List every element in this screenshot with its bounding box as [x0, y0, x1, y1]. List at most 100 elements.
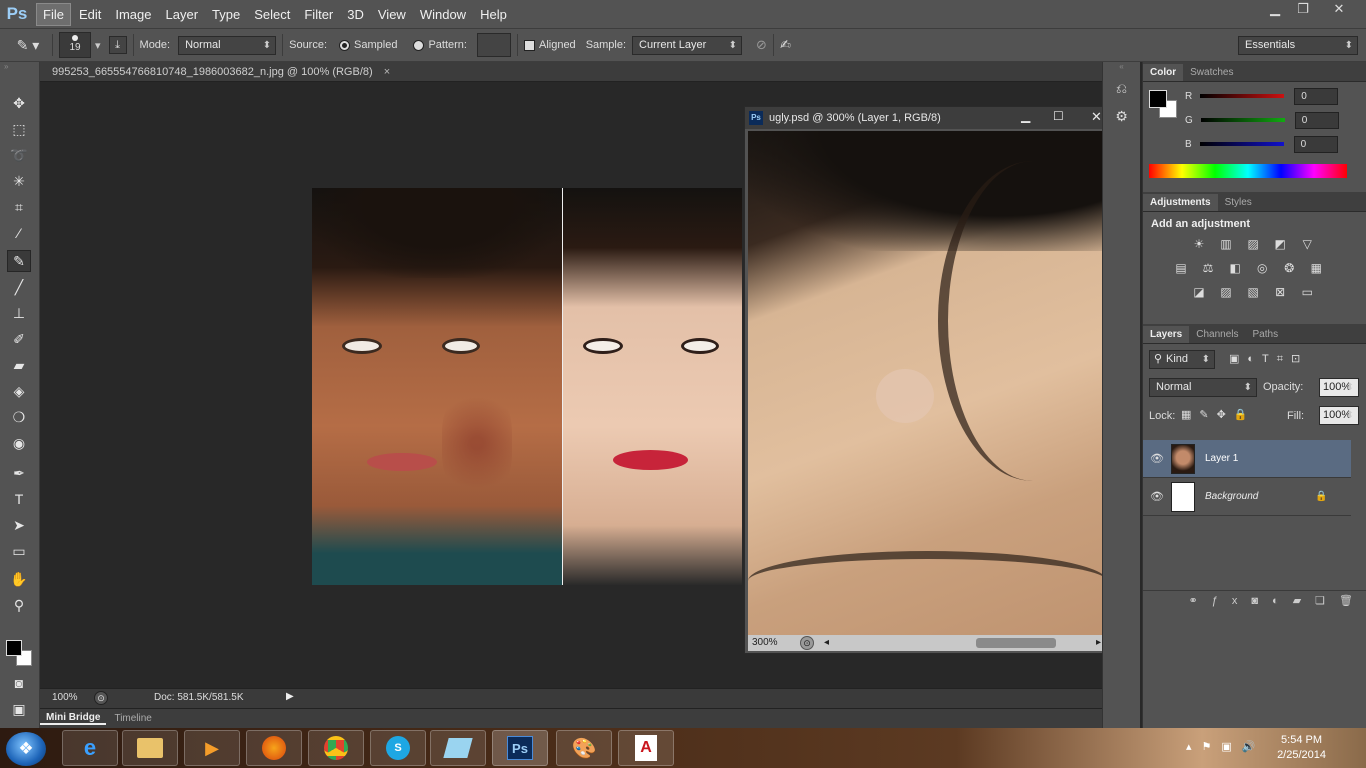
paint-bucket-icon[interactable]: ◈: [7, 380, 31, 402]
visibility-eye-icon[interactable]: 👁: [1143, 452, 1171, 465]
notes-app-icon[interactable]: [430, 730, 486, 766]
tab-mini-bridge[interactable]: Mini Bridge: [40, 712, 107, 725]
fill-input[interactable]: 100%: [1319, 406, 1359, 425]
zoom-tool-icon[interactable]: ⚲: [7, 594, 31, 616]
floating-title-bar[interactable]: Ps ugly.psd @ 300% (Layer 1, RGB/8) ▁ ☐ …: [745, 107, 1125, 129]
paint-app-icon[interactable]: 🎨: [556, 730, 612, 766]
restore-icon[interactable]: ❐: [1286, 0, 1320, 20]
threshold-icon[interactable]: ▧: [1244, 284, 1262, 300]
selective-color-icon[interactable]: ⊠: [1271, 284, 1289, 300]
menu-file[interactable]: File: [36, 2, 71, 26]
floating-maximize-icon[interactable]: ☐: [1053, 109, 1064, 123]
invert-icon[interactable]: ◪: [1190, 284, 1208, 300]
history-panel-icon[interactable]: ⎌: [1110, 80, 1134, 102]
black-white-icon[interactable]: ◧: [1226, 260, 1244, 276]
fx-icon[interactable]: ƒx: [1212, 595, 1252, 607]
pressure-size-icon[interactable]: ✍: [780, 37, 791, 53]
screen-mode-icon[interactable]: ▣: [7, 698, 31, 720]
color-spectrum[interactable]: [1149, 164, 1347, 178]
collapse-arrows-icon[interactable]: »: [0, 62, 39, 72]
pen-tool-icon[interactable]: ✒: [7, 462, 31, 484]
tab-timeline[interactable]: Timeline: [106, 713, 159, 724]
tab-layers[interactable]: Layers: [1143, 326, 1190, 343]
layer-row[interactable]: 👁 Background 🔒: [1143, 478, 1351, 516]
workspace-select[interactable]: Essentials: [1238, 35, 1358, 55]
gradient-map-icon[interactable]: ▭: [1298, 284, 1316, 300]
dodge-tool-icon[interactable]: ◉: [7, 432, 31, 454]
menu-view[interactable]: View: [372, 4, 412, 25]
brush-picker[interactable]: 19: [59, 32, 91, 58]
new-layer-icon[interactable]: ❏: [1315, 594, 1339, 607]
layer-row[interactable]: 👁 Layer 1: [1143, 440, 1351, 478]
close-tab-icon[interactable]: ×: [384, 66, 390, 78]
aligned-checkbox[interactable]: [523, 39, 539, 51]
scroll-right-icon[interactable]: ▸: [1096, 637, 1101, 648]
tab-channels[interactable]: Channels: [1189, 326, 1245, 343]
menu-select[interactable]: Select: [248, 4, 296, 25]
exposure-icon[interactable]: ◩: [1271, 236, 1289, 252]
internet-explorer-icon[interactable]: e: [62, 730, 118, 766]
green-value[interactable]: 0: [1294, 111, 1339, 129]
trash-icon[interactable]: 🗑: [1339, 594, 1366, 607]
status-menu-arrow-icon[interactable]: ▶: [286, 691, 294, 702]
spot-healing-brush-icon[interactable]: ✎: [7, 250, 31, 272]
pattern-picker[interactable]: [476, 33, 511, 57]
blur-tool-icon[interactable]: ❍: [7, 406, 31, 428]
foreground-color-swatch[interactable]: [1149, 90, 1167, 108]
history-brush-icon[interactable]: ✐: [7, 328, 31, 350]
zoomed-canvas[interactable]: [748, 131, 1107, 639]
channel-mixer-icon[interactable]: ❂: [1280, 260, 1298, 276]
posterize-icon[interactable]: ▨: [1217, 284, 1235, 300]
opacity-input[interactable]: 100%: [1319, 378, 1359, 397]
layer-filter-kind[interactable]: ⚲ Kind: [1149, 350, 1215, 369]
scroll-left-icon[interactable]: ◂: [824, 637, 829, 648]
tab-adjustments[interactable]: Adjustments: [1143, 194, 1218, 211]
levels-icon[interactable]: ▥: [1217, 236, 1235, 252]
tray-icons[interactable]: ▴⚑▣🔊: [1186, 740, 1265, 753]
blue-value[interactable]: 0: [1293, 135, 1338, 153]
eyedropper-icon[interactable]: ⁄: [7, 222, 31, 244]
mode-select[interactable]: Normal: [178, 35, 277, 55]
healing-brush-preset-icon[interactable]: ✎ ▾: [10, 34, 46, 56]
quick-mask-icon[interactable]: ◙: [7, 672, 31, 694]
start-button-icon[interactable]: ❖: [6, 732, 46, 766]
vibrance-icon[interactable]: ▽: [1298, 236, 1316, 252]
add-mask-icon[interactable]: ◙: [1251, 595, 1272, 607]
ignore-adjustment-layers-icon[interactable]: ⊘: [756, 37, 767, 53]
close-icon[interactable]: ✕: [1322, 0, 1356, 20]
menu-layer[interactable]: Layer: [160, 4, 205, 25]
color-lookup-icon[interactable]: ▦: [1307, 260, 1325, 276]
menu-help[interactable]: Help: [474, 4, 513, 25]
layer-name[interactable]: Background: [1205, 491, 1315, 502]
foreground-color-swatch[interactable]: [6, 640, 22, 656]
magic-wand-icon[interactable]: ✳: [7, 170, 31, 192]
floating-minimize-icon[interactable]: ▁: [1021, 109, 1030, 123]
adjustment-layer-icon[interactable]: ◐: [1272, 595, 1293, 607]
status-info-icon[interactable]: ⊙: [94, 691, 108, 705]
taskbar-clock[interactable]: 5:54 PM 2/25/2014: [1277, 733, 1326, 763]
acrobat-icon[interactable]: A: [618, 730, 674, 766]
blend-mode-select[interactable]: Normal: [1149, 378, 1257, 397]
floating-zoom-level[interactable]: 300%: [752, 637, 778, 648]
document-canvas[interactable]: [312, 188, 742, 585]
menu-edit[interactable]: Edit: [73, 4, 107, 25]
blue-slider[interactable]: [1199, 142, 1284, 146]
chevron-down-icon[interactable]: ▾: [95, 39, 101, 52]
new-group-icon[interactable]: ▰: [1293, 594, 1315, 607]
hue-saturation-icon[interactable]: ▤: [1172, 260, 1190, 276]
layer-name[interactable]: Layer 1: [1205, 453, 1238, 464]
menu-window[interactable]: Window: [414, 4, 472, 25]
photo-filter-icon[interactable]: ◎: [1253, 260, 1271, 276]
tab-color[interactable]: Color: [1143, 64, 1184, 81]
horizontal-scroll-thumb[interactable]: [976, 638, 1056, 648]
brush-tool-icon[interactable]: ╱: [7, 276, 31, 298]
menu-filter[interactable]: Filter: [298, 4, 339, 25]
photoshop-taskbar-icon[interactable]: Ps: [492, 730, 548, 766]
chrome-icon[interactable]: [308, 730, 364, 766]
type-tool-icon[interactable]: T: [7, 488, 31, 510]
floating-document-window[interactable]: Ps ugly.psd @ 300% (Layer 1, RGB/8) ▁ ☐ …: [744, 106, 1126, 654]
lock-icons[interactable]: ▦✎✥🔒: [1181, 408, 1256, 421]
pattern-radio[interactable]: [413, 39, 428, 51]
shape-tool-icon[interactable]: ▭: [7, 540, 31, 562]
media-player-icon[interactable]: ▶: [184, 730, 240, 766]
